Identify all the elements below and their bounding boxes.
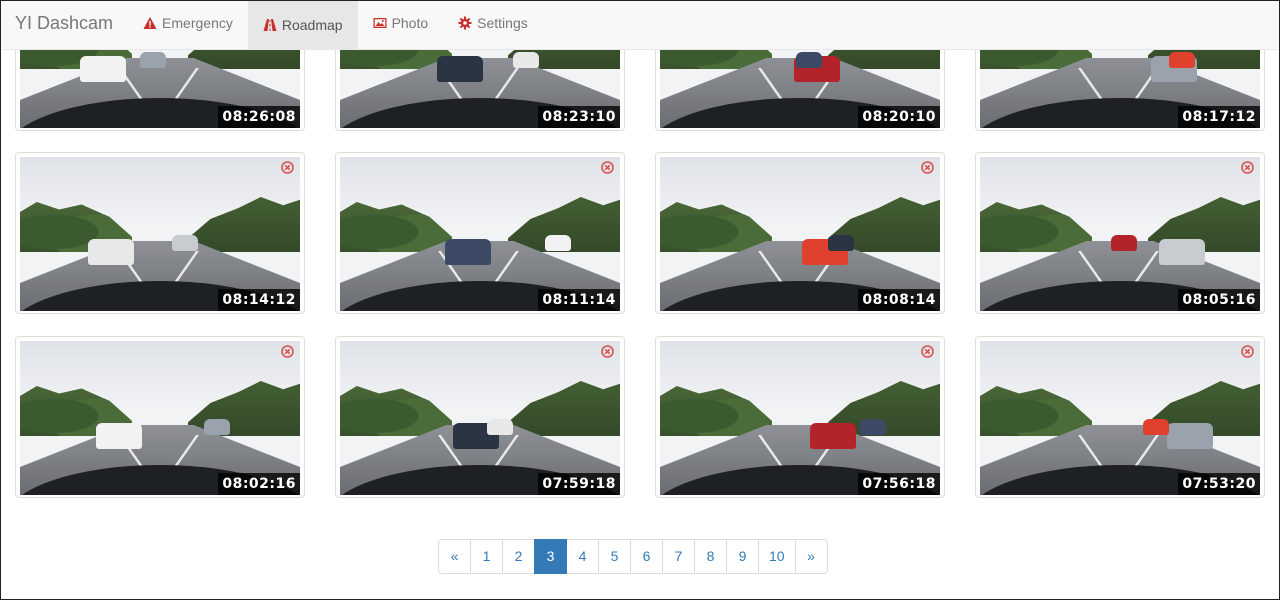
delete-icon[interactable] <box>281 161 294 174</box>
video-thumbnail[interactable]: 07:59:18 <box>335 336 625 498</box>
delete-icon[interactable] <box>281 345 294 358</box>
gear-icon <box>458 16 472 30</box>
video-timestamp: 08:11:14 <box>538 289 620 311</box>
video-timestamp: 07:59:18 <box>538 473 620 495</box>
video-preview-image: 08:02:16 <box>20 341 300 495</box>
page-10[interactable]: 10 <box>758 539 796 574</box>
video-preview-image: 08:08:14 <box>660 157 940 311</box>
video-timestamp: 08:02:16 <box>218 473 300 495</box>
video-timestamp: 07:53:20 <box>1178 473 1260 495</box>
video-preview-image: 07:53:20 <box>980 341 1260 495</box>
delete-icon[interactable] <box>601 345 614 358</box>
nav-emergency-label: Emergency <box>162 15 233 31</box>
video-timestamp: 08:05:16 <box>1178 289 1260 311</box>
page-2[interactable]: 2 <box>502 539 535 574</box>
nav-photo-label: Photo <box>391 15 429 31</box>
pagination: « 1 2 3 4 5 6 7 8 9 10 » <box>438 539 828 574</box>
pagination-next[interactable]: » <box>794 539 828 574</box>
video-thumbnail[interactable]: 07:53:20 <box>975 336 1265 498</box>
video-grid: 08:26:08 08:23:10 08:20:10 08:17:12 08:14:12… <box>0 0 1280 520</box>
video-timestamp: 08:23:10 <box>538 106 620 128</box>
video-preview-image: 07:59:18 <box>340 341 620 495</box>
navbar: YI Dashcam Emergency Roadmap Photo Setti… <box>0 0 1280 50</box>
nav-settings[interactable]: Settings <box>443 0 543 46</box>
picture-icon <box>373 16 387 30</box>
warning-icon <box>143 16 157 30</box>
video-timestamp: 08:08:14 <box>858 289 940 311</box>
video-thumbnail[interactable]: 08:05:16 <box>975 152 1265 314</box>
page-8[interactable]: 8 <box>694 539 727 574</box>
video-preview-image: 08:14:12 <box>20 157 300 311</box>
video-thumbnail[interactable]: 08:11:14 <box>335 152 625 314</box>
video-timestamp: 08:20:10 <box>858 106 940 128</box>
delete-icon[interactable] <box>601 161 614 174</box>
video-timestamp: 08:17:12 <box>1178 106 1260 128</box>
video-preview-image: 08:11:14 <box>340 157 620 311</box>
brand-title[interactable]: YI Dashcam <box>0 0 128 49</box>
nav-photo[interactable]: Photo <box>358 0 444 46</box>
page-9[interactable]: 9 <box>726 539 759 574</box>
delete-icon[interactable] <box>1241 345 1254 358</box>
page-4[interactable]: 4 <box>566 539 599 574</box>
page-3[interactable]: 3 <box>534 539 567 574</box>
video-timestamp: 08:14:12 <box>218 289 300 311</box>
delete-icon[interactable] <box>921 345 934 358</box>
video-preview-image: 08:05:16 <box>980 157 1260 311</box>
road-icon <box>263 18 277 32</box>
video-thumbnail[interactable]: 08:08:14 <box>655 152 945 314</box>
nav-roadmap[interactable]: Roadmap <box>247 0 358 50</box>
video-thumbnail[interactable]: 08:02:16 <box>15 336 305 498</box>
page-5[interactable]: 5 <box>598 539 631 574</box>
page-1[interactable]: 1 <box>470 539 503 574</box>
delete-icon[interactable] <box>921 161 934 174</box>
video-thumbnail[interactable]: 07:56:18 <box>655 336 945 498</box>
nav-settings-label: Settings <box>477 15 528 31</box>
pagination-prev[interactable]: « <box>438 539 471 574</box>
delete-icon[interactable] <box>1241 161 1254 174</box>
page-7[interactable]: 7 <box>662 539 695 574</box>
page-6[interactable]: 6 <box>630 539 663 574</box>
video-preview-image: 07:56:18 <box>660 341 940 495</box>
video-timestamp: 07:56:18 <box>858 473 940 495</box>
nav-roadmap-label: Roadmap <box>281 17 343 33</box>
nav-emergency[interactable]: Emergency <box>128 0 248 46</box>
video-thumbnail[interactable]: 08:14:12 <box>15 152 305 314</box>
video-timestamp: 08:26:08 <box>218 106 300 128</box>
